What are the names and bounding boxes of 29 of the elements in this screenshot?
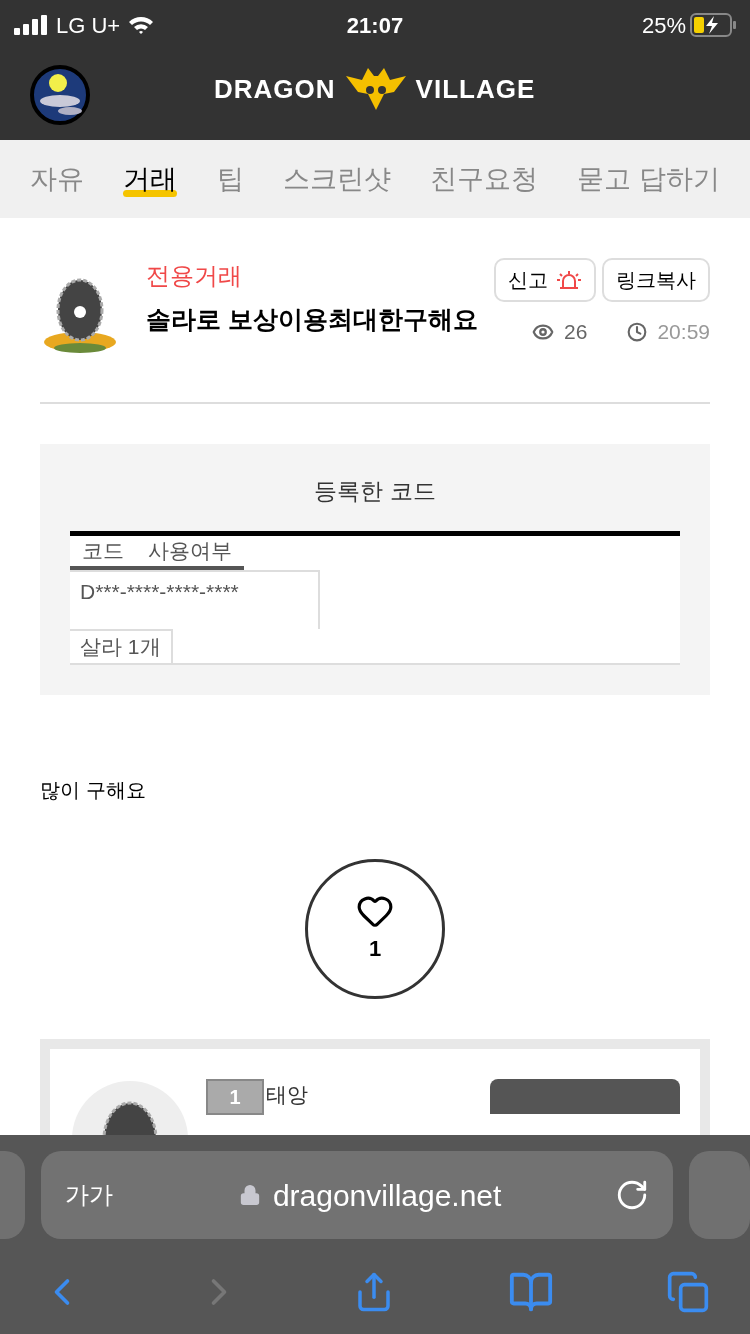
table-cell: D***-****-****-****: [70, 569, 320, 629]
level-badge: 1: [206, 1078, 264, 1115]
post-time: 20:59: [657, 319, 710, 345]
panel-title: 등록한 코드: [314, 477, 436, 506]
table-cell: 살라 1개: [70, 629, 173, 663]
category-tab[interactable]: 거래: [123, 158, 178, 200]
address-bar[interactable]: 가가 dragonvillage.net: [40, 1151, 674, 1239]
like-button[interactable]: 1: [305, 858, 445, 999]
clock-time: 21:07: [346, 11, 404, 40]
battery-percent: 25%: [641, 11, 686, 40]
column-header: 사용여부: [136, 535, 244, 570]
carrier-name: LG U+: [56, 11, 121, 40]
post-title: 솔라로 보상이용최대한구해요: [146, 304, 479, 335]
user-name: 태앙: [266, 1081, 308, 1108]
category-tab[interactable]: 친구요청: [430, 158, 539, 200]
category-tab[interactable]: 팁: [216, 158, 244, 200]
logo-text: DRAGON: [214, 72, 336, 106]
category-tab[interactable]: 스크린샷: [282, 158, 391, 200]
text-size-button[interactable]: 가가: [64, 1177, 113, 1213]
column-header: 코드: [70, 535, 136, 570]
copy-link-button[interactable]: 링크복사: [602, 258, 710, 302]
post-body: 많이 구해요: [40, 777, 147, 803]
report-button[interactable]: 신고: [494, 258, 596, 302]
url-text: dragonvillage.net: [272, 1177, 502, 1214]
logo-text: VILLAGE: [415, 72, 536, 106]
category-label: 전용거래: [146, 261, 243, 291]
view-count: 26: [564, 319, 588, 345]
category-tab[interactable]: 자유: [30, 158, 84, 200]
category-tab[interactable]: 묻고 답하기: [577, 158, 720, 200]
